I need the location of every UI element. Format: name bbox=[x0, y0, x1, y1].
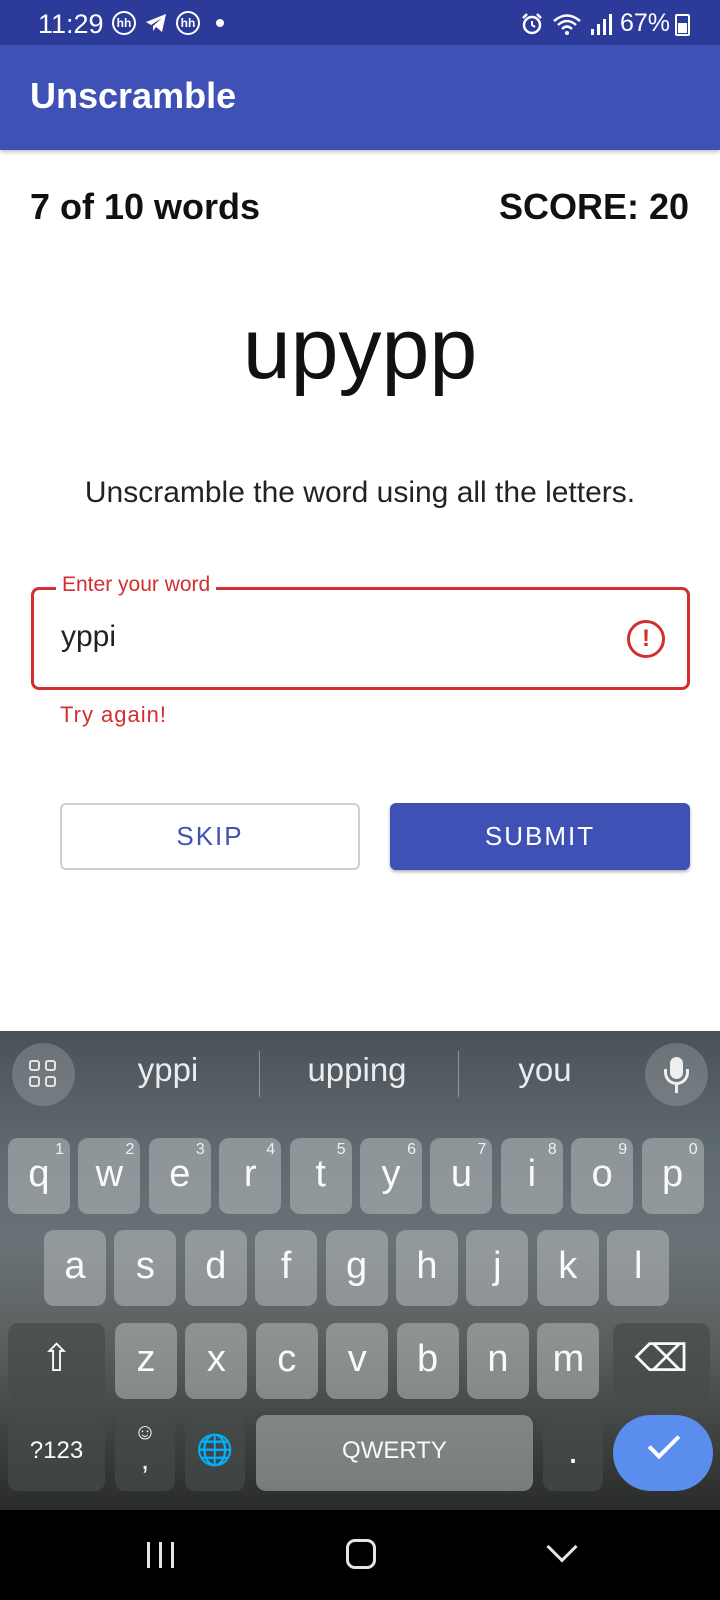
telegram-icon bbox=[146, 14, 166, 32]
suggestion-1[interactable]: yppi bbox=[78, 1051, 258, 1089]
key-number-hint: 5 bbox=[336, 1141, 346, 1158]
key-a[interactable]: a bbox=[44, 1230, 106, 1306]
word-input-label: Enter your word bbox=[56, 573, 217, 597]
key-u[interactable]: u7 bbox=[430, 1138, 493, 1214]
key-e[interactable]: e3 bbox=[148, 1138, 211, 1214]
back-icon[interactable] bbox=[546, 1531, 578, 1563]
key-x[interactable]: x bbox=[185, 1323, 248, 1399]
error-message: Try again! bbox=[60, 702, 168, 727]
key-t[interactable]: t5 bbox=[289, 1138, 352, 1214]
key-v[interactable]: v bbox=[326, 1323, 389, 1399]
score-display: SCORE: 20 bbox=[498, 186, 689, 227]
microphone-icon[interactable] bbox=[645, 1043, 708, 1106]
wifi-icon bbox=[553, 13, 581, 35]
enter-key[interactable] bbox=[613, 1415, 713, 1491]
scrambled-word: upypp bbox=[242, 301, 478, 397]
key-f[interactable]: f bbox=[255, 1230, 318, 1306]
key-l[interactable]: l bbox=[607, 1230, 670, 1306]
key-o[interactable]: o9 bbox=[571, 1138, 634, 1214]
submit-button[interactable]: SUBMIT bbox=[390, 803, 690, 870]
key-k[interactable]: k bbox=[536, 1230, 599, 1306]
navigation-bar bbox=[0, 1510, 720, 1600]
key-m[interactable]: m bbox=[537, 1323, 600, 1399]
key-number-hint: 4 bbox=[266, 1141, 276, 1158]
globe-icon[interactable]: 🌐 bbox=[185, 1415, 245, 1491]
key-c[interactable]: c bbox=[255, 1323, 318, 1399]
key-label: q bbox=[28, 1153, 50, 1195]
suggestion-divider bbox=[259, 1051, 260, 1097]
key-g[interactable]: g bbox=[325, 1230, 388, 1306]
instructions-text: Unscramble the word using all the letter… bbox=[84, 476, 636, 509]
word-input[interactable] bbox=[61, 620, 561, 654]
key-w[interactable]: w2 bbox=[78, 1138, 141, 1214]
hh-icon: hh bbox=[112, 11, 136, 35]
key-d[interactable]: d bbox=[184, 1230, 247, 1306]
key-number-hint: 7 bbox=[477, 1141, 487, 1158]
system-status: 67% bbox=[520, 9, 670, 38]
key-label: y bbox=[381, 1153, 401, 1195]
soft-keyboard: yppi upping you q1w2e3r4t5y6u7i8o9p0 asd… bbox=[0, 1031, 720, 1510]
key-label: u bbox=[450, 1153, 472, 1195]
comma-key[interactable]: ☺ , bbox=[115, 1415, 175, 1491]
symbols-key[interactable]: ?123 bbox=[8, 1415, 105, 1491]
word-progress: 7 of 10 words bbox=[30, 186, 261, 227]
key-b[interactable]: b bbox=[396, 1323, 459, 1399]
key-z[interactable]: z bbox=[115, 1323, 177, 1399]
notification-icons: hh hh bbox=[112, 11, 224, 35]
key-number-hint: 1 bbox=[55, 1141, 64, 1158]
recents-icon[interactable] bbox=[147, 1542, 175, 1568]
battery-percent: 67% bbox=[619, 9, 670, 37]
hh-icon: hh bbox=[176, 11, 200, 35]
key-label: w bbox=[95, 1153, 124, 1195]
key-number-hint: 9 bbox=[618, 1141, 628, 1158]
key-q[interactable]: q1 bbox=[8, 1138, 70, 1214]
suggestion-bar: yppi upping you bbox=[0, 1031, 720, 1113]
key-label: p bbox=[662, 1153, 684, 1195]
backspace-key[interactable]: ⌫ bbox=[613, 1323, 710, 1399]
word-input-field[interactable]: Enter your word ! bbox=[31, 573, 690, 690]
key-number-hint: 3 bbox=[195, 1141, 205, 1158]
emoji-icon: ☺ bbox=[133, 1419, 157, 1444]
key-y[interactable]: y6 bbox=[360, 1138, 422, 1214]
dot-icon bbox=[216, 19, 224, 27]
key-number-hint: 2 bbox=[125, 1141, 135, 1158]
key-label: o bbox=[591, 1153, 613, 1195]
home-icon[interactable] bbox=[346, 1539, 376, 1569]
comma-label: , bbox=[140, 1443, 150, 1476]
app-bar: Unscramble bbox=[0, 45, 720, 150]
suggestion-2[interactable]: upping bbox=[267, 1051, 447, 1089]
status-time: 11:29 bbox=[38, 9, 104, 39]
period-key[interactable]: . bbox=[543, 1415, 603, 1491]
key-number-hint: 0 bbox=[688, 1141, 698, 1158]
key-label: e bbox=[169, 1153, 191, 1195]
key-label: t bbox=[315, 1153, 326, 1195]
key-j[interactable]: j bbox=[466, 1230, 529, 1306]
key-number-hint: 8 bbox=[547, 1141, 557, 1158]
key-number-hint: 6 bbox=[407, 1141, 416, 1158]
key-n[interactable]: n bbox=[467, 1323, 529, 1399]
key-label: i bbox=[527, 1153, 537, 1195]
shift-key[interactable]: ⇧ bbox=[8, 1323, 105, 1399]
status-bar: 11:29 hh hh 67% bbox=[0, 0, 720, 45]
suggestion-3[interactable]: you bbox=[455, 1051, 635, 1089]
key-s[interactable]: s bbox=[114, 1230, 177, 1306]
alarm-icon bbox=[522, 12, 542, 34]
key-h[interactable]: h bbox=[396, 1230, 458, 1306]
key-label: r bbox=[243, 1153, 257, 1195]
space-key[interactable]: QWERTY bbox=[256, 1415, 533, 1491]
skip-button[interactable]: SKIP bbox=[60, 803, 360, 870]
key-r[interactable]: r4 bbox=[219, 1138, 282, 1214]
battery-icon bbox=[675, 14, 690, 36]
key-i[interactable]: i8 bbox=[500, 1138, 563, 1214]
app-title: Unscramble bbox=[30, 75, 237, 116]
keyboard-menu-icon[interactable] bbox=[12, 1043, 75, 1106]
signal-icon bbox=[590, 13, 612, 35]
error-icon: ! bbox=[627, 620, 665, 658]
key-p[interactable]: p0 bbox=[641, 1138, 704, 1214]
checkmark-icon bbox=[647, 1426, 681, 1460]
